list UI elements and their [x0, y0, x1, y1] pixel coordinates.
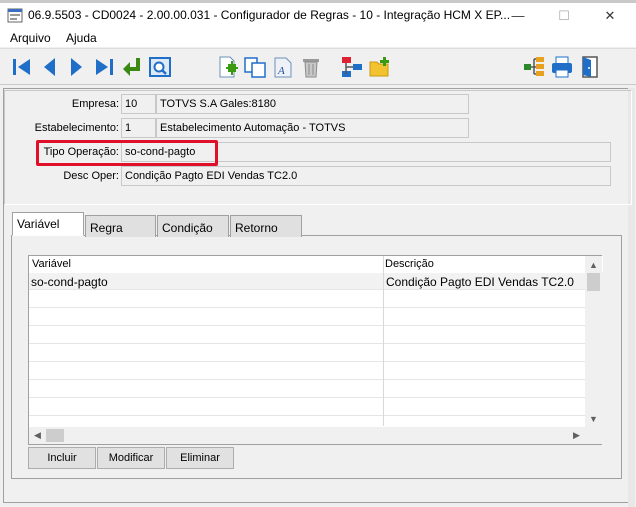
svg-text:A: A	[277, 65, 285, 77]
tab-regra[interactable]: Regra	[85, 215, 156, 237]
app-icon	[7, 8, 23, 23]
column-header-descricao[interactable]: Descrição	[385, 258, 434, 270]
minimize-button[interactable]: —	[495, 3, 541, 28]
exit-door-icon[interactable]	[578, 55, 602, 79]
table-row[interactable]: so-cond-pagto Condição Pagto EDI Vendas …	[29, 273, 585, 290]
variables-grid: Variável Descrição so-cond-pagto Condiçã…	[28, 255, 603, 445]
empty-row[interactable]	[29, 309, 585, 326]
next-record-icon[interactable]	[64, 55, 88, 79]
empty-row[interactable]	[29, 327, 585, 344]
last-record-icon[interactable]	[92, 55, 116, 79]
desc-oper-field: Condição Pagto EDI Vendas TC2.0	[121, 166, 611, 186]
scroll-right-icon[interactable]: ▶	[568, 427, 585, 444]
cell-descricao: Condição Pagto EDI Vendas TC2.0	[386, 275, 574, 289]
cell-variavel: so-cond-pagto	[31, 275, 108, 289]
search-view-icon[interactable]	[148, 55, 172, 79]
column-header-variavel[interactable]: Variável	[32, 258, 71, 270]
desc-oper-label: Desc Oper:	[63, 170, 119, 182]
goto-return-icon[interactable]	[120, 55, 144, 79]
new-folder-icon[interactable]	[368, 55, 392, 79]
eliminar-button[interactable]: Eliminar	[166, 447, 234, 469]
scrollbar-corner	[585, 427, 602, 444]
modificar-button[interactable]: Modificar	[97, 447, 165, 469]
toolbar: A	[0, 48, 636, 85]
menu-bar: Arquivo Ajuda	[0, 28, 636, 47]
window-title: 06.9.5503 - CD0024 - 2.00.00.031 - Confi…	[28, 8, 511, 22]
scroll-up-icon[interactable]: ▲	[585, 256, 602, 273]
tree-swap-icon[interactable]	[340, 55, 364, 79]
tab-variavel[interactable]: Variável	[12, 212, 84, 236]
scroll-thumb-vertical[interactable]	[587, 273, 600, 291]
scroll-thumb-horizontal[interactable]	[46, 429, 64, 442]
grid-vertical-scrollbar[interactable]: ▲ ▼	[585, 256, 602, 427]
menu-arquivo[interactable]: Arquivo	[10, 31, 51, 45]
incluir-button[interactable]: Incluir	[28, 447, 96, 469]
tab-retorno[interactable]: Retorno	[230, 215, 302, 237]
close-button[interactable]: ✕	[587, 3, 633, 28]
first-record-icon[interactable]	[10, 55, 34, 79]
delete-record-icon[interactable]	[299, 55, 323, 79]
column-separator	[383, 256, 384, 426]
empty-row[interactable]	[29, 381, 585, 398]
edit-record-icon[interactable]: A	[271, 55, 295, 79]
scroll-down-icon[interactable]: ▼	[585, 410, 602, 427]
empty-row[interactable]	[29, 345, 585, 362]
grid-header: Variável Descrição	[29, 256, 603, 272]
scroll-left-icon[interactable]: ◀	[29, 427, 46, 444]
empresa-label: Empresa:	[71, 98, 119, 110]
tab-condicao[interactable]: Condição	[157, 215, 229, 237]
empty-row[interactable]	[29, 291, 585, 308]
empty-row[interactable]	[29, 399, 585, 416]
empty-row[interactable]	[29, 363, 585, 380]
maximize-button[interactable]: ☐	[541, 3, 587, 28]
estabelecimento-name-field: Estabelecimento Automação - TOTVS	[156, 118, 469, 138]
copy-record-icon[interactable]	[243, 55, 267, 79]
new-record-icon[interactable]	[215, 55, 239, 79]
title-bar: 06.9.5503 - CD0024 - 2.00.00.031 - Confi…	[0, 3, 636, 28]
print-icon[interactable]	[550, 55, 574, 79]
hierarchy-icon[interactable]	[522, 55, 546, 79]
estabelecimento-label: Estabelecimento:	[34, 122, 119, 134]
previous-record-icon[interactable]	[38, 55, 62, 79]
highlight-box	[36, 140, 218, 166]
grid-horizontal-scrollbar[interactable]: ◀ ▶	[29, 427, 585, 444]
estabelecimento-code-field: 1	[121, 118, 156, 138]
menu-ajuda[interactable]: Ajuda	[66, 31, 97, 45]
empresa-name-field: TOTVS S.A Gales:8180	[156, 94, 469, 114]
empresa-code-field: 10	[121, 94, 156, 114]
